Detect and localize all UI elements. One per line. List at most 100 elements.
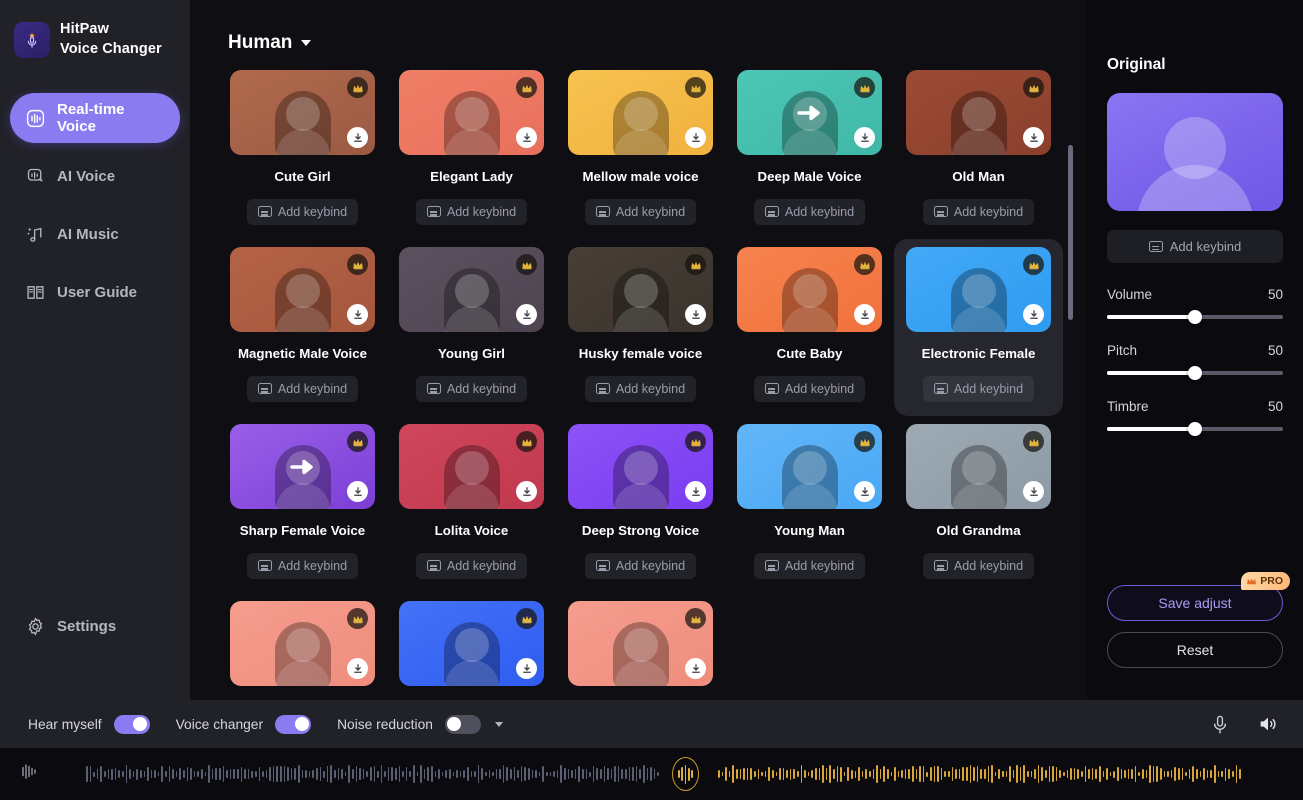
add-keybind-button[interactable]: Add keybind	[584, 375, 697, 402]
voice-card[interactable]: Husky female voice Add keybind	[556, 239, 725, 416]
toggle-noise-reduction[interactable]	[444, 714, 481, 734]
add-keybind-button[interactable]: Add keybind	[753, 552, 866, 579]
speaker-icon[interactable]	[1257, 713, 1279, 735]
download-icon[interactable]	[1023, 127, 1044, 148]
voice-card[interactable]: Young Man Add keybind	[725, 416, 894, 593]
waveform-bar	[208, 765, 210, 783]
slider-timbre-knob[interactable]	[1188, 422, 1202, 436]
add-keybind-label: Add keybind	[277, 558, 348, 573]
sidebar-item-ai-voice[interactable]: AI Voice	[10, 151, 180, 201]
waveform-bar	[1023, 765, 1026, 783]
reset-button[interactable]: Reset	[1107, 632, 1283, 668]
add-keybind-button[interactable]: Add keybind	[584, 552, 697, 579]
waveform-bar	[369, 766, 372, 782]
download-icon[interactable]	[685, 658, 706, 679]
waveform-bar	[1037, 765, 1040, 783]
add-keybind-button[interactable]: Add keybind	[753, 375, 866, 402]
slider-timbre-fill	[1107, 427, 1195, 431]
voice-card[interactable]	[556, 593, 725, 700]
voice-card[interactable]: Magnetic Male Voice Add keybind	[218, 239, 387, 416]
add-keybind-button[interactable]: Add keybind	[246, 375, 359, 402]
ai-voice-icon	[24, 165, 46, 187]
waveform-bar	[786, 770, 788, 778]
download-icon[interactable]	[854, 127, 875, 148]
panel-add-keybind-button[interactable]: Add keybind	[1107, 230, 1283, 263]
add-keybind-button[interactable]: Add keybind	[246, 198, 359, 225]
voice-card[interactable]: Old Man Add keybind	[894, 62, 1063, 239]
waveform-bar	[771, 770, 774, 778]
toggle-hear-myself[interactable]	[113, 714, 150, 734]
voice-card[interactable]: Deep Strong Voice Add keybind	[556, 416, 725, 593]
voice-card[interactable]: Old Grandma Add keybind	[894, 416, 1063, 593]
add-keybind-button[interactable]: Add keybind	[753, 198, 866, 225]
voice-card[interactable]	[387, 593, 556, 700]
toggle-voice-changer[interactable]	[275, 714, 312, 734]
category-dropdown[interactable]: Human	[228, 32, 312, 54]
sidebar-item-ai-music[interactable]: AI Music	[10, 209, 180, 259]
waveform-bar	[987, 765, 990, 783]
download-icon[interactable]	[516, 304, 537, 325]
waveform-bar	[829, 765, 831, 783]
voice-card[interactable]: Mellow male voice Add keybind	[556, 62, 725, 239]
add-keybind-button[interactable]: Add keybind	[922, 198, 1035, 225]
grid-scrollbar-thumb[interactable]	[1068, 145, 1073, 320]
waveform-bar	[840, 766, 842, 782]
waveform-bar	[1027, 771, 1029, 777]
slider-pitch-knob[interactable]	[1188, 366, 1202, 380]
slider-pitch-track[interactable]	[1107, 366, 1283, 380]
voice-card[interactable]: Deep Male Voice Add keybind	[725, 62, 894, 239]
waveform-bar	[546, 771, 548, 777]
waveform-bar	[165, 770, 167, 778]
waveform-bar	[254, 770, 257, 778]
add-keybind-button[interactable]: Add keybind	[922, 552, 1035, 579]
sidebar-item-real-time-voice[interactable]: Real-time Voice	[10, 93, 180, 144]
voice-card-thumbnail	[906, 424, 1051, 509]
waveform-bar	[240, 766, 243, 782]
voice-card-name: Cute Baby	[776, 346, 843, 361]
voice-card[interactable]: Electronic Female Add keybind	[894, 239, 1063, 416]
add-keybind-button[interactable]: Add keybind	[246, 552, 359, 579]
save-adjust-button[interactable]: Save adjust PRO	[1107, 572, 1290, 621]
noise-reduction-chevron-down-icon[interactable]	[494, 721, 503, 727]
voice-card[interactable]: Sharp Female Voice Add keybind	[218, 416, 387, 593]
download-icon[interactable]	[685, 304, 706, 325]
voice-card[interactable]: Cute Baby Add keybind	[725, 239, 894, 416]
microphone-icon[interactable]	[1209, 713, 1231, 735]
download-icon[interactable]	[347, 658, 368, 679]
voice-card[interactable]	[218, 593, 387, 700]
download-icon[interactable]	[685, 127, 706, 148]
sidebar-item-settings[interactable]: Settings	[10, 604, 180, 648]
waveform-bar	[1174, 766, 1176, 782]
voice-card-thumbnail	[906, 247, 1051, 332]
slider-volume-knob[interactable]	[1188, 310, 1202, 324]
grid-scrollbar[interactable]	[1068, 145, 1073, 555]
download-icon[interactable]	[347, 304, 368, 325]
download-icon[interactable]	[854, 304, 875, 325]
download-icon[interactable]	[516, 658, 537, 679]
download-icon[interactable]	[347, 481, 368, 502]
waveform-bar	[93, 771, 95, 777]
voice-card[interactable]: Young Girl Add keybind	[387, 239, 556, 416]
voice-card[interactable]: Lolita Voice Add keybind	[387, 416, 556, 593]
download-icon[interactable]	[516, 481, 537, 502]
voice-card[interactable]: Elegant Lady Add keybind	[387, 62, 556, 239]
add-keybind-button[interactable]: Add keybind	[415, 552, 528, 579]
waveform-bar	[750, 767, 752, 781]
download-icon[interactable]	[854, 481, 875, 502]
slider-pitch-value: 50	[1267, 343, 1283, 358]
download-icon[interactable]	[685, 481, 706, 502]
voice-card[interactable]: Cute Girl Add keybind	[218, 62, 387, 239]
download-icon[interactable]	[516, 127, 537, 148]
slider-timbre-track[interactable]	[1107, 422, 1283, 436]
add-keybind-button[interactable]: Add keybind	[415, 198, 528, 225]
download-icon[interactable]	[1023, 304, 1044, 325]
waveform-bar	[129, 769, 131, 779]
slider-volume-track[interactable]	[1107, 310, 1283, 324]
add-keybind-button[interactable]: Add keybind	[584, 198, 697, 225]
download-icon[interactable]	[347, 127, 368, 148]
add-keybind-button[interactable]: Add keybind	[415, 375, 528, 402]
add-keybind-button[interactable]: Add keybind	[922, 375, 1035, 402]
download-icon[interactable]	[1023, 481, 1044, 502]
waveform-bar	[499, 769, 501, 779]
sidebar-item-user-guide[interactable]: User Guide	[10, 267, 180, 317]
